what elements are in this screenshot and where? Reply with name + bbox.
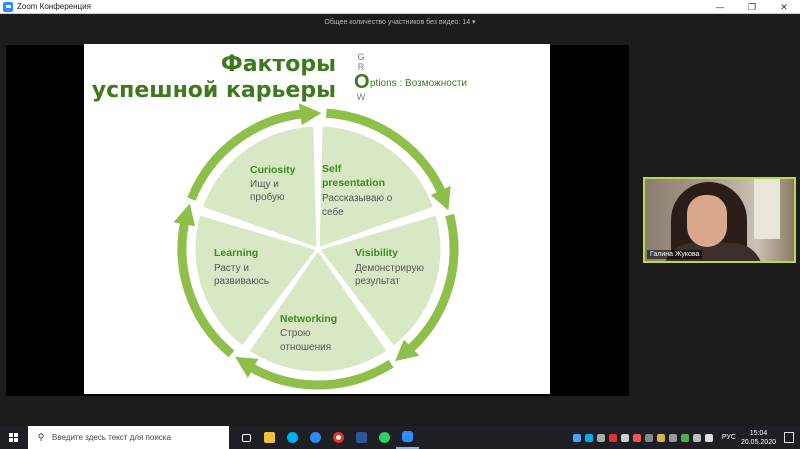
edge-icon[interactable] bbox=[304, 426, 327, 449]
tray-icon[interactable] bbox=[644, 433, 653, 442]
network-icon[interactable] bbox=[692, 433, 701, 442]
skype-icon[interactable] bbox=[281, 426, 304, 449]
volume-icon[interactable] bbox=[704, 433, 713, 442]
search-icon: ⚲ bbox=[37, 432, 45, 442]
task-view-icon[interactable] bbox=[235, 426, 258, 449]
search-placeholder: Введите здесь текст для поиска bbox=[52, 433, 171, 442]
segment-networking-text: Строю bbox=[280, 328, 311, 339]
segment-learning-title: Learning bbox=[214, 247, 259, 259]
segment-visibility-title: Visibility bbox=[355, 247, 398, 259]
participant-name: Галина Жукова bbox=[647, 250, 703, 259]
segment-self-presentation-title: Self bbox=[322, 163, 342, 175]
segment-visibility-text: результат bbox=[355, 276, 400, 287]
segment-learning-text: Расту и bbox=[214, 263, 249, 274]
window-title: Zoom Конференция bbox=[17, 2, 91, 11]
zoom-taskbar-icon[interactable] bbox=[396, 426, 419, 449]
notifications-icon[interactable] bbox=[784, 432, 794, 443]
segment-visibility-text: Демонстрирую bbox=[355, 263, 424, 274]
yandex-browser-icon[interactable] bbox=[327, 426, 350, 449]
system-tray: РУС 15:04 20.05.2020 bbox=[572, 426, 800, 449]
whatsapp-icon[interactable] bbox=[373, 426, 396, 449]
participants-count[interactable]: Общее количество участников без видео: 1… bbox=[0, 18, 800, 26]
segment-curiosity-text: Ищу и bbox=[250, 179, 279, 190]
zoom-logo-icon bbox=[3, 1, 13, 12]
tray-icon[interactable] bbox=[680, 433, 689, 442]
cycle-arrowhead-curiosity bbox=[298, 103, 322, 126]
tray-icon[interactable] bbox=[608, 433, 617, 442]
segment-self-presentation-text: Рассказываю о bbox=[322, 193, 393, 204]
tray-icon[interactable] bbox=[620, 433, 629, 442]
tray-icon[interactable] bbox=[668, 433, 677, 442]
cycle-arrowhead-learning bbox=[173, 203, 196, 227]
file-explorer-icon[interactable] bbox=[258, 426, 281, 449]
taskbar-search[interactable]: ⚲ Введите здесь текст для поиска bbox=[28, 426, 229, 449]
clock[interactable]: 15:04 20.05.2020 bbox=[741, 429, 776, 447]
segment-curiosity-title: Curiosity bbox=[250, 164, 296, 176]
tray-icon[interactable] bbox=[632, 433, 641, 442]
word-icon[interactable] bbox=[350, 426, 373, 449]
participant-video[interactable]: Галина Жукова bbox=[643, 177, 796, 263]
shared-slide: Факторы успешной карьеры G R O W ptions … bbox=[84, 44, 550, 394]
minimize-button[interactable]: — bbox=[704, 0, 736, 14]
zoom-tray-icon[interactable] bbox=[572, 433, 581, 442]
close-button[interactable]: ✕ bbox=[768, 0, 800, 14]
title-bar: Zoom Конференция — ❐ ✕ bbox=[0, 0, 800, 14]
language-indicator[interactable]: РУС bbox=[722, 434, 736, 441]
windows-taskbar: ⚲ Введите здесь текст для поиска РУС 15:… bbox=[0, 426, 800, 449]
skype-tray-icon[interactable] bbox=[584, 433, 593, 442]
segment-self-presentation-text: себе bbox=[322, 207, 344, 218]
tray-icon[interactable] bbox=[596, 433, 605, 442]
maximize-button[interactable]: ❐ bbox=[736, 0, 768, 14]
segment-networking-title: Networking bbox=[280, 313, 338, 325]
segment-curiosity-text: пробую bbox=[250, 192, 285, 203]
start-button[interactable] bbox=[0, 426, 26, 449]
windows-logo-icon bbox=[8, 433, 18, 442]
segment-learning-text: развиваюсь bbox=[214, 276, 269, 287]
participant-face bbox=[687, 195, 727, 247]
segment-networking-text: отношения bbox=[280, 342, 332, 353]
tray-icon[interactable] bbox=[656, 433, 665, 442]
segment-self-presentation-title: presentation bbox=[322, 177, 386, 189]
